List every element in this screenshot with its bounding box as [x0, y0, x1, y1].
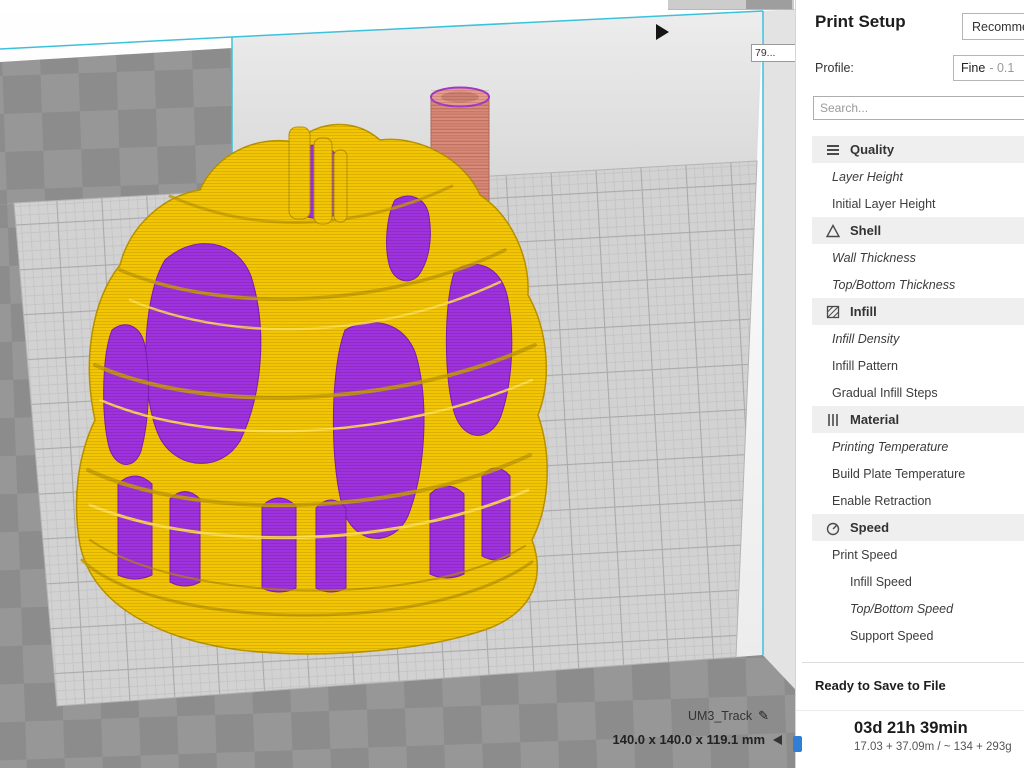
setting-label: Infill Density [832, 332, 899, 346]
setting-label: Enable Retraction [832, 494, 931, 508]
setting-label: Quality [850, 142, 894, 157]
category-speed[interactable]: Speed [812, 514, 1024, 541]
setting-support-speed[interactable]: Support Speed [812, 622, 1024, 649]
search-input[interactable] [813, 96, 1024, 120]
footer-divider [802, 662, 1024, 663]
profile-label: Profile: [815, 61, 854, 75]
setting-infill-pattern[interactable]: Infill Pattern [812, 352, 1024, 379]
job-name-row: UM3_Track ✎ [688, 708, 769, 724]
layer-slider-handle[interactable] [746, 0, 792, 9]
layer-slider[interactable] [668, 0, 794, 10]
setting-label: Support Speed [850, 629, 933, 643]
setting-print-speed[interactable]: Print Speed [812, 541, 1024, 568]
scene-canvas [0, 0, 796, 768]
setting-label: Infill Speed [850, 575, 912, 589]
setting-label: Gradual Infill Steps [832, 386, 938, 400]
footer-divider-2 [796, 710, 1024, 711]
category-shell[interactable]: Shell [812, 217, 1024, 244]
setting-label: Layer Height [832, 170, 903, 184]
status-text: Ready to Save to File [815, 678, 946, 693]
panel-title: Print Setup [815, 12, 906, 32]
setting-label: Speed [850, 520, 889, 535]
setting-label: Infill [850, 304, 877, 319]
setting-top-bottom-speed[interactable]: Top/Bottom Speed [812, 595, 1024, 622]
setting-label: Material [850, 412, 899, 427]
print-setup-panel: Print Setup Recommended Profile: Fine - 0… [796, 0, 1024, 768]
setting-gradual-infill-steps[interactable]: Gradual Infill Steps [812, 379, 1024, 406]
setting-label: Print Speed [832, 548, 897, 562]
category-material[interactable]: Material [812, 406, 1024, 433]
setting-top-bottom-thickness[interactable]: Top/Bottom Thickness [812, 271, 1024, 298]
setting-label: Wall Thickness [832, 251, 916, 265]
category-infill[interactable]: Infill [812, 298, 1024, 325]
model-dimensions-row: 140.0 x 140.0 x 119.1 mm [612, 732, 782, 747]
recommended-mode-button[interactable]: Recommended [962, 13, 1024, 40]
scale-indicator-icon[interactable] [773, 735, 782, 745]
infill-icon [825, 304, 841, 320]
settings-list: Quality Layer Height Initial Layer Height S… [812, 136, 1024, 649]
setting-label: Infill Pattern [832, 359, 898, 373]
profile-dropdown[interactable]: Fine - 0.1 [953, 55, 1024, 81]
job-name: UM3_Track [688, 709, 752, 723]
material-icon [825, 412, 841, 428]
setting-label: Shell [850, 223, 881, 238]
setting-layer-height[interactable]: Layer Height [812, 163, 1024, 190]
setting-label: Build Plate Temperature [832, 467, 965, 481]
setting-label: Top/Bottom Speed [850, 602, 953, 616]
shell-icon [825, 223, 841, 239]
setting-wall-thickness[interactable]: Wall Thickness [812, 244, 1024, 271]
setting-enable-retraction[interactable]: Enable Retraction [812, 487, 1024, 514]
play-button[interactable] [656, 24, 669, 40]
setting-build-plate-temperature[interactable]: Build Plate Temperature [812, 460, 1024, 487]
layer-value-box: 79... [751, 44, 796, 62]
setting-infill-speed[interactable]: Infill Speed [812, 568, 1024, 595]
viewport-3d[interactable]: 79... UM3_Track ✎ 140.0 x 140.0 x 119.1 … [0, 0, 796, 768]
category-quality[interactable]: Quality [812, 136, 1024, 163]
speed-icon [825, 520, 841, 536]
floor-right-strip [763, 9, 796, 690]
cura-window: 79... UM3_Track ✎ 140.0 x 140.0 x 119.1 … [0, 0, 1024, 768]
profile-detail: - 0.1 [989, 61, 1014, 75]
profile-value: Fine [961, 61, 985, 75]
setting-infill-density[interactable]: Infill Density [812, 325, 1024, 352]
setting-label: Initial Layer Height [832, 197, 936, 211]
material-estimate: 17.03 + 37.09m / ~ 134 + 293g [854, 741, 1012, 753]
setting-label: Printing Temperature [832, 440, 948, 454]
rename-icon[interactable]: ✎ [758, 708, 769, 724]
setting-initial-layer-height[interactable]: Initial Layer Height [812, 190, 1024, 217]
setting-printing-temperature[interactable]: Printing Temperature [812, 433, 1024, 460]
output-device-icon[interactable] [793, 736, 802, 752]
print-time-estimate: 03d 21h 39min [854, 719, 968, 738]
setting-label: Top/Bottom Thickness [832, 278, 955, 292]
model-dimensions: 140.0 x 140.0 x 119.1 mm [612, 732, 765, 747]
floor-checker-topleft [0, 48, 232, 205]
layers-icon [825, 142, 841, 158]
